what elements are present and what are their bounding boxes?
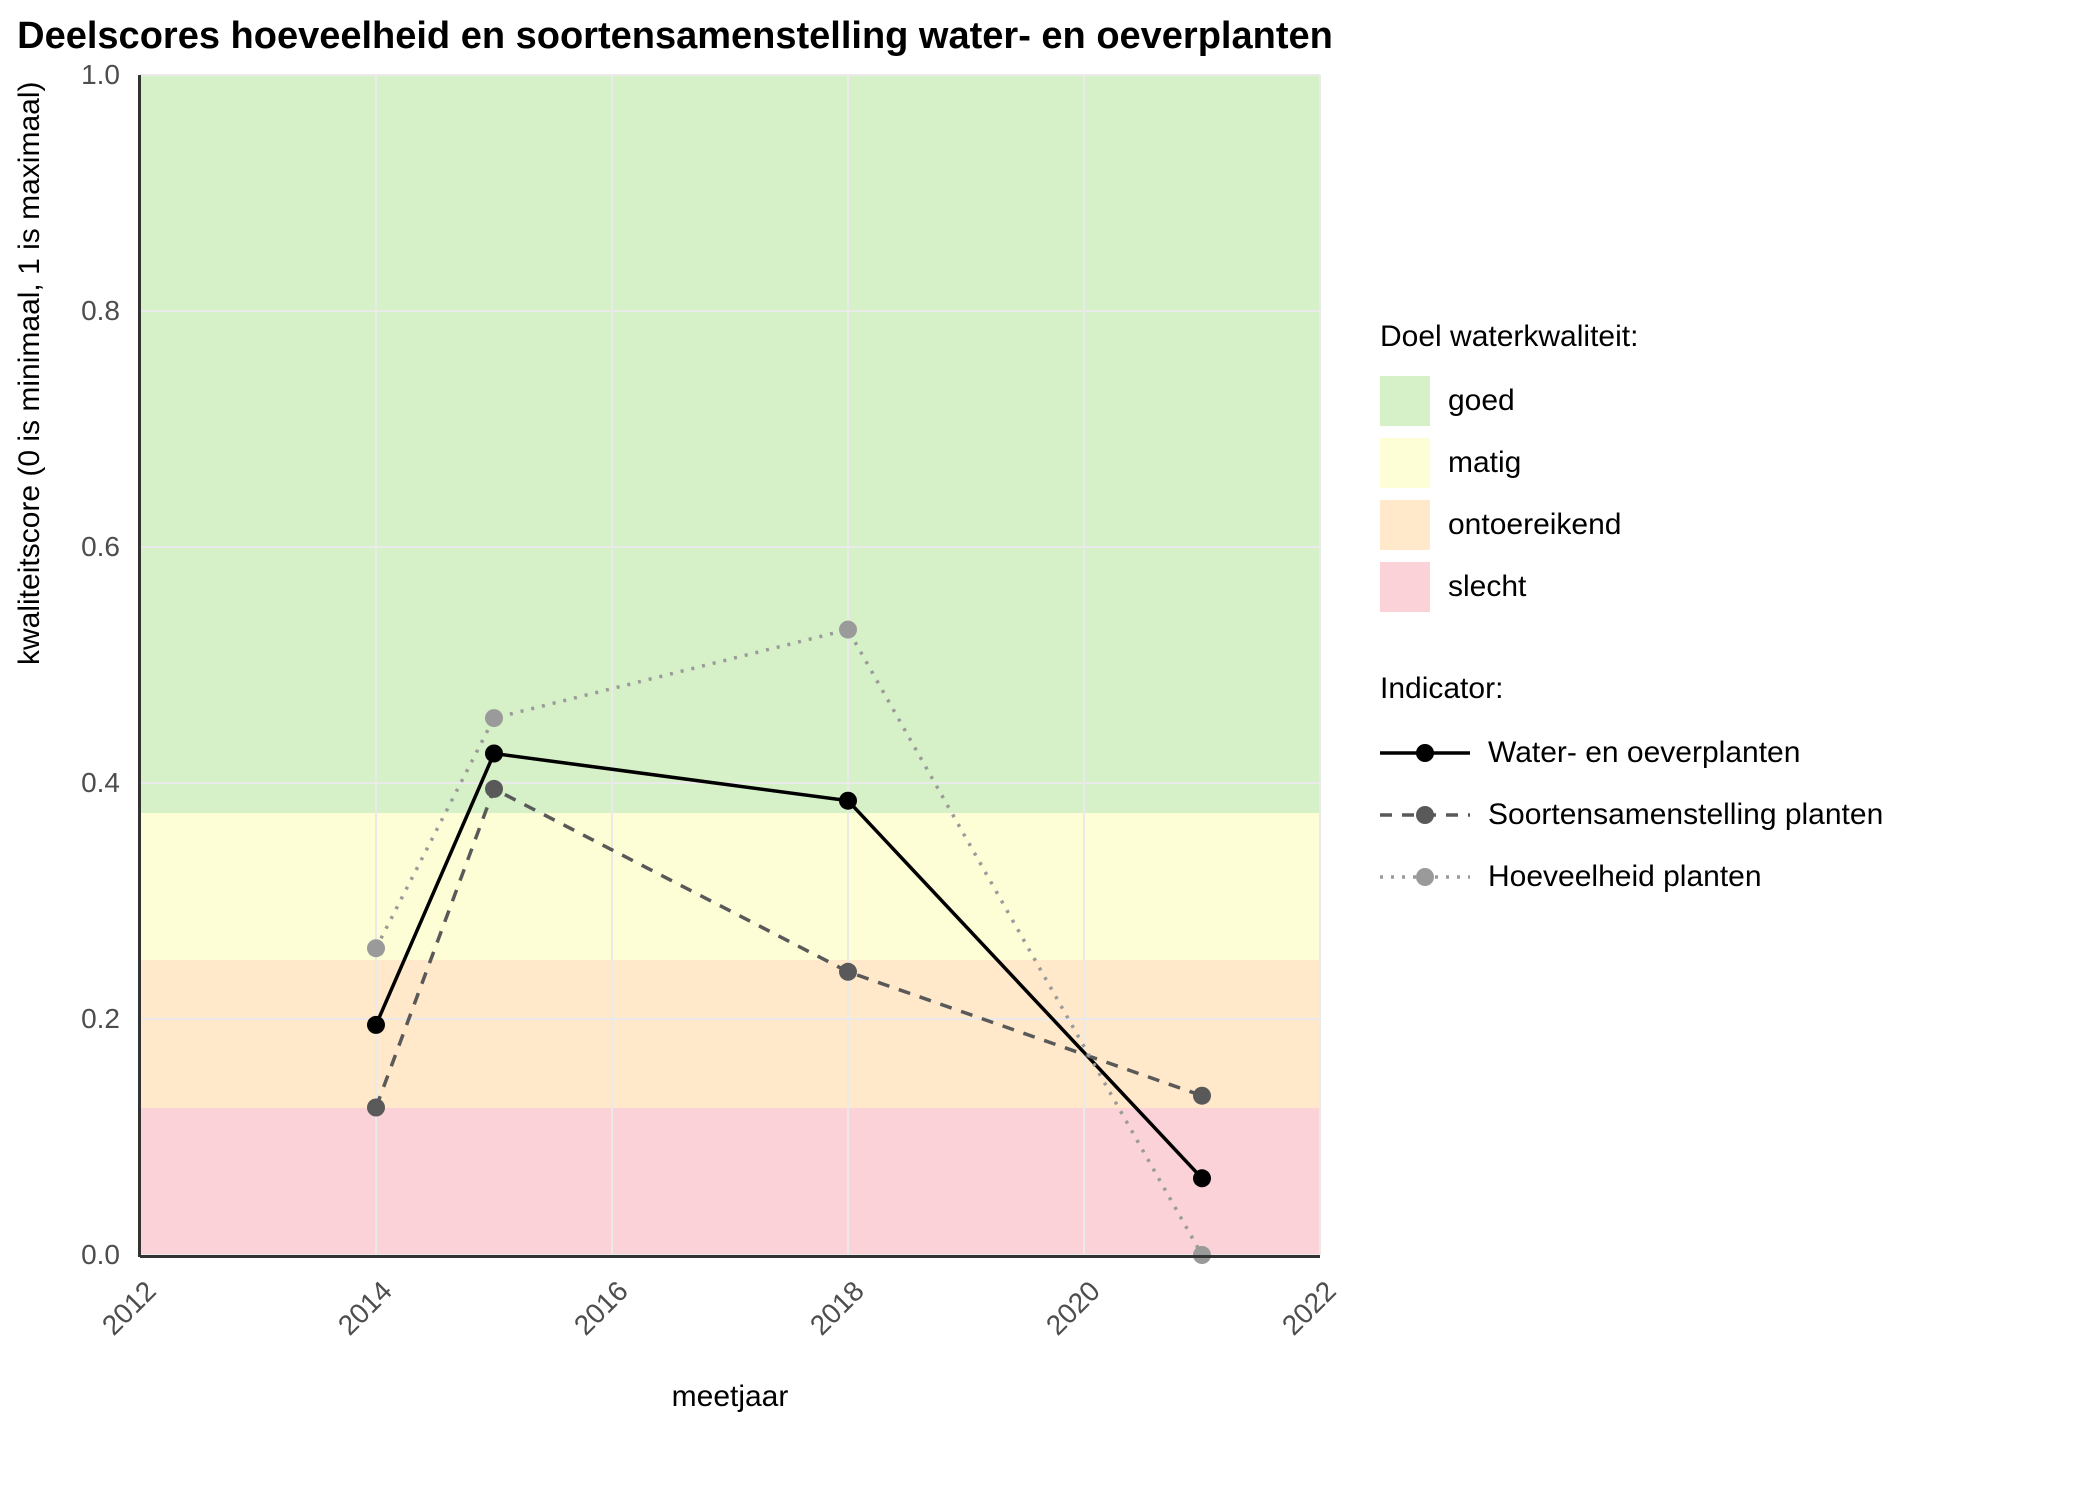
series-line xyxy=(376,754,1202,1179)
x-tick-label: 2022 xyxy=(1249,1275,1342,1368)
x-tick-label: 2020 xyxy=(1013,1275,1106,1368)
series-point xyxy=(485,745,503,763)
legend-line-title: Indicator: xyxy=(1380,672,1883,706)
series-point xyxy=(367,1099,385,1117)
series-point xyxy=(485,780,503,798)
legend-series-row: Hoeveelheid planten xyxy=(1380,852,1883,902)
series-point xyxy=(1193,1169,1211,1187)
series-point xyxy=(839,792,857,810)
series-point xyxy=(367,939,385,957)
x-tick-label: 2014 xyxy=(305,1275,398,1368)
y-tick-label: 0.0 xyxy=(0,1239,120,1271)
legend-band-row: slecht xyxy=(1380,562,1883,612)
series-line xyxy=(376,789,1202,1108)
series-point xyxy=(839,963,857,981)
legend-band-label: slecht xyxy=(1448,570,1526,604)
legend-band-row: goed xyxy=(1380,376,1883,426)
legend-band-label: matig xyxy=(1448,446,1521,480)
legend-series-label: Hoeveelheid planten xyxy=(1488,860,1762,894)
series-point xyxy=(839,621,857,639)
series-point xyxy=(1193,1087,1211,1105)
x-axis-line xyxy=(140,1255,1320,1258)
x-axis-label: meetjaar xyxy=(140,1380,1320,1414)
legend: Doel waterkwaliteit: goed matig ontoereike… xyxy=(1380,320,1883,962)
legend-band-label: goed xyxy=(1448,384,1515,418)
legend-swatch xyxy=(1380,438,1430,488)
plot-area xyxy=(140,75,1320,1255)
legend-fill-section: Doel waterkwaliteit: goed matig ontoereike… xyxy=(1380,320,1883,612)
y-axis-line xyxy=(138,75,141,1257)
legend-band-items: goed matig ontoereikend slecht xyxy=(1380,376,1883,612)
legend-series-items: Water- en oeverplanten Soortensamenstelli… xyxy=(1380,728,1883,902)
y-axis-label: kwaliteitscore (0 is minimaal, 1 is maxi… xyxy=(13,82,47,665)
legend-swatch xyxy=(1380,376,1430,426)
legend-line-sample xyxy=(1380,790,1470,840)
y-tick-label: 0.4 xyxy=(0,767,120,799)
x-tick-label: 2012 xyxy=(69,1275,162,1368)
legend-band-row: ontoereikend xyxy=(1380,500,1883,550)
x-tick-label: 2018 xyxy=(777,1275,870,1368)
chart-container: Deelscores hoeveelheid en soortensamenst… xyxy=(0,0,2100,1500)
legend-series-label: Water- en oeverplanten xyxy=(1488,736,1800,770)
data-lines xyxy=(140,75,1320,1255)
legend-swatch xyxy=(1380,562,1430,612)
y-tick-label: 0.2 xyxy=(0,1003,120,1035)
x-tick-label: 2016 xyxy=(541,1275,634,1368)
legend-band-label: ontoereikend xyxy=(1448,508,1621,542)
legend-series-row: Soortensamenstelling planten xyxy=(1380,790,1883,840)
legend-series-label: Soortensamenstelling planten xyxy=(1488,798,1883,832)
legend-line-sample xyxy=(1380,852,1470,902)
series-point xyxy=(485,709,503,727)
legend-band-row: matig xyxy=(1380,438,1883,488)
legend-series-row: Water- en oeverplanten xyxy=(1380,728,1883,778)
legend-line-sample xyxy=(1380,728,1470,778)
legend-swatch xyxy=(1380,500,1430,550)
legend-line-section: Indicator: Water- en oeverplanten Soorten… xyxy=(1380,672,1883,902)
chart-title: Deelscores hoeveelheid en soortensamenst… xyxy=(0,15,1350,58)
series-point xyxy=(367,1016,385,1034)
legend-fill-title: Doel waterkwaliteit: xyxy=(1380,320,1883,354)
